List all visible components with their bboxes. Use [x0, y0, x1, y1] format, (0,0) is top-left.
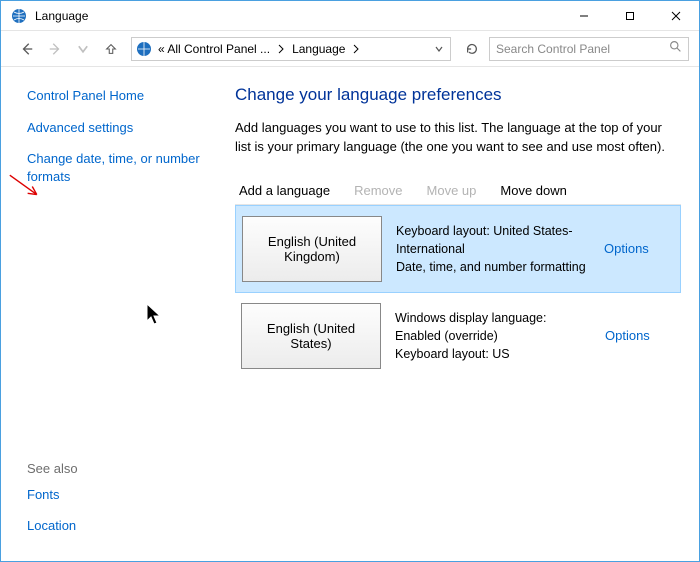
language-button[interactable]: English (United States): [241, 303, 381, 369]
language-row[interactable]: English (United Kingdom) Keyboard layout…: [235, 205, 681, 293]
titlebar: Language: [1, 1, 699, 31]
history-dropdown[interactable]: [71, 37, 95, 61]
maximize-button[interactable]: [607, 1, 653, 31]
sidebar-advanced-link[interactable]: Advanced settings: [27, 119, 205, 137]
add-language-button[interactable]: Add a language: [239, 183, 330, 198]
sidebar-location-link[interactable]: Location: [27, 517, 205, 535]
breadcrumb-sep-icon[interactable]: [276, 44, 286, 54]
world-icon: [136, 41, 152, 57]
movedown-button[interactable]: Move down: [500, 183, 566, 198]
search-input[interactable]: [496, 42, 669, 56]
navbar: « All Control Panel ... Language: [1, 31, 699, 67]
language-options-link[interactable]: Options: [604, 241, 649, 256]
language-options-link[interactable]: Options: [605, 328, 650, 343]
sidebar-fonts-link[interactable]: Fonts: [27, 486, 205, 504]
search-icon[interactable]: [669, 40, 682, 58]
language-row[interactable]: English (United States) Windows display …: [235, 293, 681, 380]
sidebar-seealso-heading: See also: [27, 461, 205, 476]
main: Change your language preferences Add lan…: [217, 67, 699, 561]
up-button[interactable]: [99, 37, 123, 61]
address-dropdown-icon[interactable]: [432, 44, 446, 54]
language-info: Windows display language: Enabled (overr…: [395, 303, 591, 369]
breadcrumb-sep2-icon[interactable]: [351, 44, 361, 54]
breadcrumb-current[interactable]: Language: [289, 42, 348, 56]
breadcrumb-root[interactable]: « All Control Panel ...: [155, 42, 273, 56]
minimize-button[interactable]: [561, 1, 607, 31]
language-info: Keyboard layout: United States-Internati…: [396, 216, 590, 282]
app-icon: [11, 8, 27, 24]
sidebar-home-link[interactable]: Control Panel Home: [27, 87, 205, 105]
window-buttons: [561, 1, 699, 31]
address-bar[interactable]: « All Control Panel ... Language: [131, 37, 451, 61]
language-button[interactable]: English (United Kingdom): [242, 216, 382, 282]
moveup-button: Move up: [427, 183, 477, 198]
sidebar-dateformats-link[interactable]: Change date, time, or number formats: [27, 150, 205, 185]
forward-button[interactable]: [43, 37, 67, 61]
window: Language « All Control Panel ... Languag…: [0, 0, 700, 562]
sidebar: Control Panel Home Advanced settings Cha…: [1, 67, 217, 561]
close-button[interactable]: [653, 1, 699, 31]
back-button[interactable]: [15, 37, 39, 61]
language-list: English (United Kingdom) Keyboard layout…: [235, 204, 681, 380]
window-title: Language: [35, 9, 561, 23]
remove-language-button: Remove: [354, 183, 402, 198]
refresh-button[interactable]: [459, 37, 485, 61]
search-box[interactable]: [489, 37, 689, 61]
page-heading: Change your language preferences: [235, 85, 681, 105]
body: Control Panel Home Advanced settings Cha…: [1, 67, 699, 561]
language-toolbar: Add a language Remove Move up Move down: [235, 177, 681, 204]
page-description: Add languages you want to use to this li…: [235, 119, 681, 157]
